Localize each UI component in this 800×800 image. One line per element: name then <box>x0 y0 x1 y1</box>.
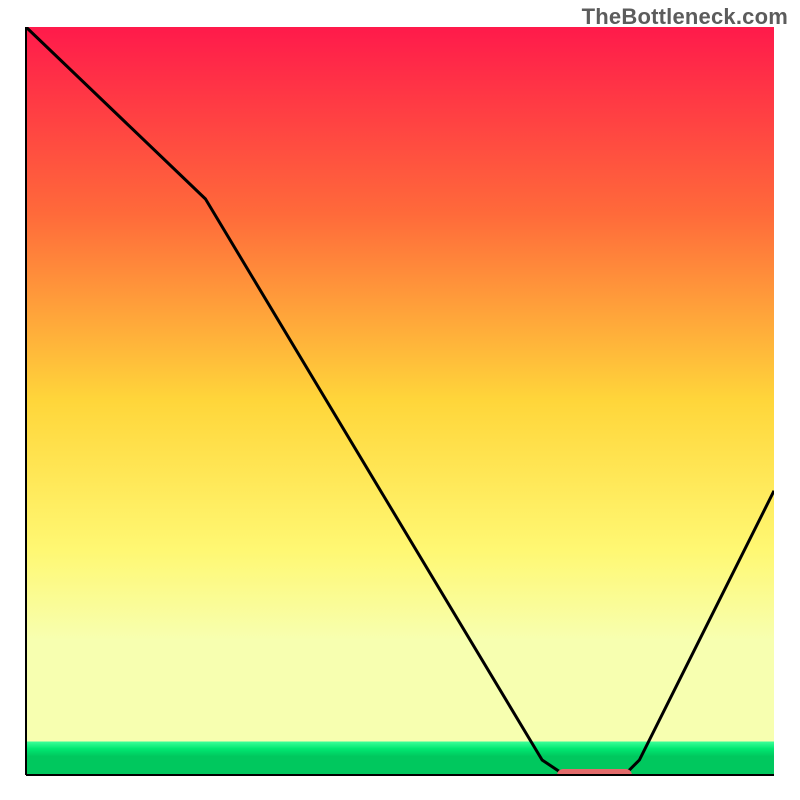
plot-background <box>26 27 774 775</box>
bottleneck-chart <box>0 0 800 800</box>
watermark-label: TheBottleneck.com <box>582 4 788 30</box>
chart-root: TheBottleneck.com <box>0 0 800 800</box>
